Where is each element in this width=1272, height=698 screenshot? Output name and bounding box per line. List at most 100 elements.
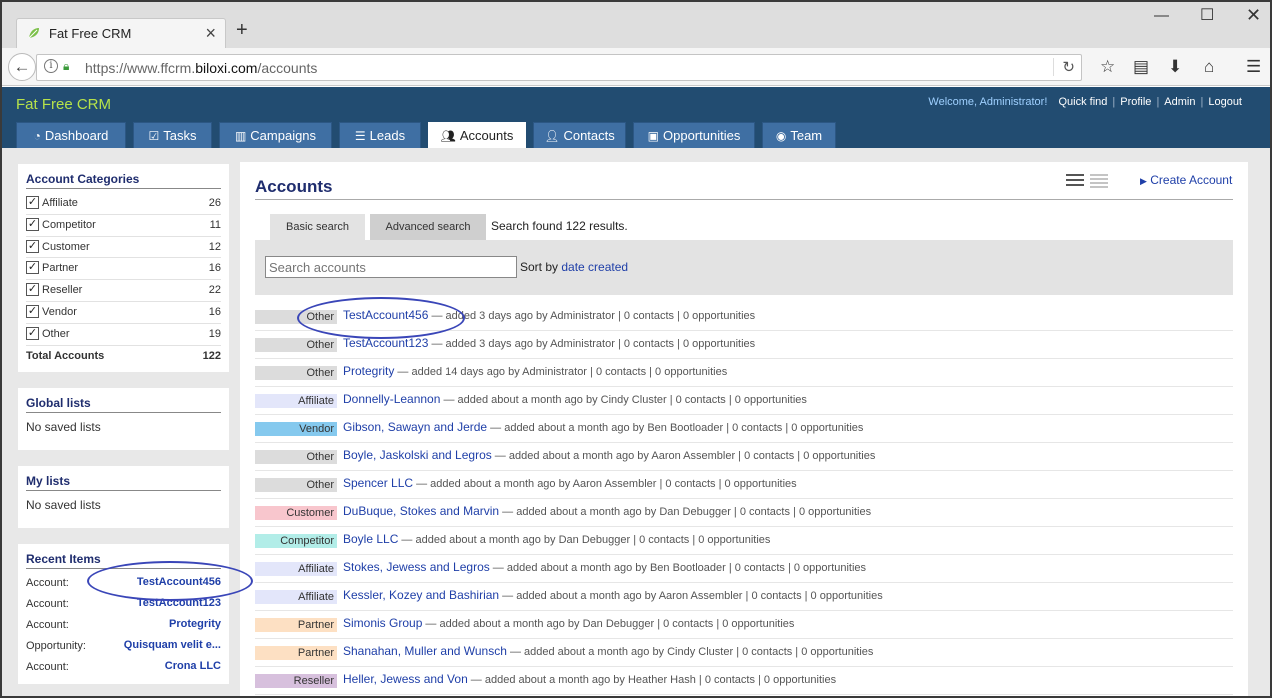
account-name-link[interactable]: Simonis Group [343, 616, 422, 630]
account-name-link[interactable]: TestAccount456 [343, 308, 428, 322]
category-badge: Affiliate [255, 394, 337, 408]
tab-leads[interactable]: ☰ Leads [339, 122, 421, 148]
account-name-link[interactable]: Kessler, Kozey and Bashirian [343, 588, 499, 602]
category-filter-row[interactable]: ✓ Competitor 11 [26, 215, 221, 237]
app-brand[interactable]: Fat Free CRM [16, 96, 111, 113]
account-name-link[interactable]: Gibson, Sawayn and Jerde [343, 420, 487, 434]
dashboard-icon: ◔ [33, 129, 41, 143]
account-row: Affiliate Kessler, Kozey and Bashirian — … [255, 583, 1233, 611]
checkbox-checked-icon[interactable]: ✓ [26, 283, 39, 297]
account-categories-title: Account Categories [26, 172, 221, 189]
recent-item-link[interactable]: Protegrity [169, 618, 221, 630]
admin-link[interactable]: Admin [1164, 96, 1195, 108]
recent-item-link[interactable]: TestAccount456 [137, 576, 221, 588]
checkbox-checked-icon[interactable]: ✓ [26, 261, 39, 275]
tab-opportunities[interactable]: ▣ Opportunities [633, 122, 755, 148]
sort-by-value[interactable]: date created [561, 260, 628, 274]
bookmark-star-icon[interactable]: ☆ [1100, 57, 1115, 77]
category-label: Other [42, 327, 70, 340]
account-categories-panel: Account Categories ✓ Affiliate 26 ✓ Competit… [18, 164, 229, 372]
back-arrow-icon[interactable]: ← [8, 53, 36, 81]
account-summary: Simonis Group — added about a month ago … [343, 616, 794, 630]
account-name-link[interactable]: Heller, Jewess and Von [343, 672, 468, 686]
account-name-link[interactable]: Spencer LLC [343, 476, 413, 490]
content-area: Account Categories ✓ Affiliate 26 ✓ Competit… [2, 148, 1270, 696]
tab-advanced-search[interactable]: Advanced search [370, 214, 486, 240]
category-badge: Other [255, 450, 337, 464]
home-icon[interactable]: ⌂ [1204, 57, 1214, 77]
account-name-link[interactable]: Stokes, Jewess and Legros [343, 560, 490, 574]
logout-link[interactable]: Logout [1208, 96, 1242, 108]
tab-campaigns[interactable]: ▥ Campaigns [219, 122, 332, 148]
category-label: Partner [42, 262, 79, 275]
profile-link[interactable]: Profile [1120, 96, 1151, 108]
account-meta: — added about a month ago by Heather Has… [467, 674, 837, 686]
category-filter-row[interactable]: ✓ Partner 16 [26, 258, 221, 281]
recent-item-link[interactable]: Crona LLC [165, 660, 221, 672]
tab-team[interactable]: ◉ Team [762, 122, 836, 148]
checkbox-checked-icon[interactable]: ✓ [26, 196, 39, 209]
create-account-link[interactable]: ▶ Create Account [1140, 173, 1232, 187]
category-badge: Other [255, 338, 337, 352]
triangle-right-icon: ▶ [1140, 176, 1147, 186]
account-name-link[interactable]: DuBuque, Stokes and Marvin [343, 504, 499, 518]
window-close-icon[interactable]: ✕ [1246, 5, 1261, 26]
recent-item: Opportunity: Quisquam velit e... [26, 636, 221, 657]
category-filter-row[interactable]: ✓ Affiliate 26 [26, 193, 221, 215]
account-row: Other Spencer LLC — added about a month a… [255, 471, 1233, 499]
account-name-link[interactable]: Protegrity [343, 364, 394, 378]
info-icon[interactable]: i [44, 59, 58, 73]
checkbox-checked-icon[interactable]: ✓ [26, 239, 39, 253]
welcome-text: Welcome, Administrator! [928, 96, 1048, 108]
reading-list-icon[interactable]: ▤ [1133, 57, 1149, 77]
category-badge: Affiliate [255, 562, 337, 576]
maximize-icon[interactable]: ☐ [1200, 5, 1214, 25]
category-filter-row[interactable]: ✓ Other 19 [26, 324, 221, 346]
recent-item-link[interactable]: Quisquam velit e... [124, 639, 221, 651]
browser-tab[interactable]: Fat Free CRM × [16, 18, 226, 48]
checkbox-checked-icon[interactable]: ✓ [26, 326, 39, 340]
accounts-list: Other TestAccount456 — added 3 days ago b… [255, 303, 1233, 695]
minimize-icon[interactable]: — [1154, 7, 1169, 24]
category-filter-row[interactable]: ✓ Vendor 16 [26, 302, 221, 324]
tab-contacts[interactable]: 👤︎ Contacts [533, 122, 626, 148]
list-view-icon[interactable] [1066, 174, 1084, 190]
account-row: Reseller Heller, Jewess and Von — added a… [255, 667, 1233, 695]
account-meta: — added about a month ago by Aaron Assem… [499, 590, 883, 602]
account-summary: Spencer LLC — added about a month ago by… [343, 476, 797, 490]
reload-icon[interactable]: ↻ [1053, 58, 1075, 76]
account-name-link[interactable]: TestAccount123 [343, 336, 428, 350]
download-icon[interactable]: ⬇ [1168, 57, 1182, 77]
account-row: Vendor Gibson, Sawayn and Jerde — added a… [255, 415, 1233, 443]
category-filter-row[interactable]: ✓ Reseller 22 [26, 280, 221, 302]
account-name-link[interactable]: Shanahan, Muller and Wunsch [343, 644, 507, 658]
close-tab-icon[interactable]: × [205, 23, 216, 44]
quick-find-link[interactable]: Quick find [1058, 96, 1107, 108]
search-bar: Sort by date created [255, 240, 1233, 295]
category-filter-row[interactable]: ✓ Customer 12 [26, 237, 221, 259]
my-lists-panel: My lists No saved lists [18, 466, 229, 528]
account-row: Partner Simonis Group — added about a mon… [255, 611, 1233, 639]
menu-icon[interactable]: ☰ [1246, 57, 1261, 77]
recent-item: Account: Protegrity [26, 615, 221, 636]
search-input[interactable] [265, 256, 517, 278]
tab-tasks[interactable]: ☑ Tasks [133, 122, 212, 148]
detailed-view-icon[interactable] [1090, 174, 1108, 190]
tab-accounts[interactable]: 👥︎ Accounts [428, 122, 526, 149]
address-bar[interactable]: i 🔒︎ https://www.ffcrm.biloxi.com/accoun… [36, 54, 1082, 81]
tab-basic-search[interactable]: Basic search [270, 214, 365, 240]
account-name-link[interactable]: Boyle, Jaskolski and Legros [343, 448, 492, 462]
account-meta: — added about a month ago by Ben Bootloa… [487, 422, 864, 434]
tab-dashboard[interactable]: ◔ Dashboard [16, 122, 126, 148]
account-name-link[interactable]: Boyle LLC [343, 532, 398, 546]
new-tab-icon[interactable]: + [236, 19, 248, 42]
account-name-link[interactable]: Donnelly-Leannon [343, 392, 440, 406]
browser-window: Fat Free CRM × + — ☐ ✕ ← i 🔒︎ https://ww… [0, 0, 1272, 698]
checkbox-checked-icon[interactable]: ✓ [26, 217, 39, 231]
recent-item-link[interactable]: TestAccount123 [137, 597, 221, 609]
account-summary: Stokes, Jewess and Legros — added about … [343, 560, 866, 574]
checkbox-checked-icon[interactable]: ✓ [26, 304, 39, 318]
money-icon: ▣ [647, 129, 659, 143]
global-lists-panel: Global lists No saved lists [18, 388, 229, 450]
category-label: Competitor [42, 218, 96, 231]
